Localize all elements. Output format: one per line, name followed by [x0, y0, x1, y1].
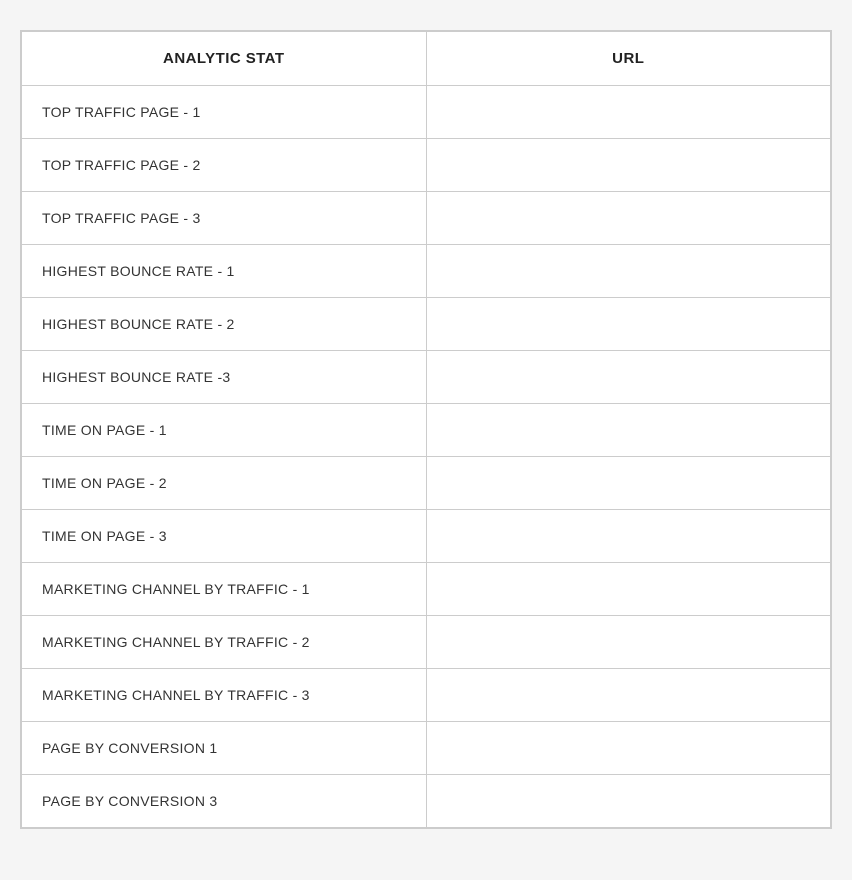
- col-header-analytic-stat: ANALYTIC STAT: [22, 32, 427, 86]
- cell-analytic-stat: HIGHEST BOUNCE RATE -3: [22, 351, 427, 404]
- table-row: TIME ON PAGE - 2: [22, 457, 831, 510]
- cell-analytic-stat: MARKETING CHANNEL BY TRAFFIC - 2: [22, 616, 427, 669]
- table-row: HIGHEST BOUNCE RATE - 2: [22, 298, 831, 351]
- table-row: TOP TRAFFIC PAGE - 1: [22, 86, 831, 139]
- cell-analytic-stat: TOP TRAFFIC PAGE - 1: [22, 86, 427, 139]
- cell-analytic-stat: MARKETING CHANNEL BY TRAFFIC - 1: [22, 563, 427, 616]
- cell-analytic-stat: PAGE BY CONVERSION 1: [22, 722, 427, 775]
- table-row: MARKETING CHANNEL BY TRAFFIC - 3: [22, 669, 831, 722]
- table-row: MARKETING CHANNEL BY TRAFFIC - 2: [22, 616, 831, 669]
- cell-url: [426, 510, 831, 563]
- cell-url: [426, 245, 831, 298]
- analytics-table: ANALYTIC STAT URL TOP TRAFFIC PAGE - 1TO…: [21, 31, 831, 828]
- table-row: PAGE BY CONVERSION 1: [22, 722, 831, 775]
- cell-url: [426, 404, 831, 457]
- table-row: PAGE BY CONVERSION 3: [22, 775, 831, 828]
- cell-url: [426, 722, 831, 775]
- table-row: HIGHEST BOUNCE RATE -3: [22, 351, 831, 404]
- cell-analytic-stat: MARKETING CHANNEL BY TRAFFIC - 3: [22, 669, 427, 722]
- cell-url: [426, 616, 831, 669]
- table-row: TIME ON PAGE - 1: [22, 404, 831, 457]
- analytics-table-container: ANALYTIC STAT URL TOP TRAFFIC PAGE - 1TO…: [20, 30, 832, 829]
- cell-analytic-stat: TIME ON PAGE - 1: [22, 404, 427, 457]
- cell-analytic-stat: HIGHEST BOUNCE RATE - 1: [22, 245, 427, 298]
- cell-analytic-stat: PAGE BY CONVERSION 3: [22, 775, 427, 828]
- cell-url: [426, 86, 831, 139]
- col-header-url: URL: [426, 32, 831, 86]
- cell-url: [426, 775, 831, 828]
- cell-url: [426, 457, 831, 510]
- cell-url: [426, 351, 831, 404]
- cell-url: [426, 298, 831, 351]
- table-header-row: ANALYTIC STAT URL: [22, 32, 831, 86]
- cell-url: [426, 139, 831, 192]
- cell-url: [426, 192, 831, 245]
- cell-analytic-stat: TIME ON PAGE - 3: [22, 510, 427, 563]
- cell-url: [426, 669, 831, 722]
- table-row: TOP TRAFFIC PAGE - 3: [22, 192, 831, 245]
- cell-url: [426, 563, 831, 616]
- cell-analytic-stat: TOP TRAFFIC PAGE - 2: [22, 139, 427, 192]
- table-row: HIGHEST BOUNCE RATE - 1: [22, 245, 831, 298]
- table-row: TIME ON PAGE - 3: [22, 510, 831, 563]
- cell-analytic-stat: HIGHEST BOUNCE RATE - 2: [22, 298, 427, 351]
- cell-analytic-stat: TIME ON PAGE - 2: [22, 457, 427, 510]
- table-row: MARKETING CHANNEL BY TRAFFIC - 1: [22, 563, 831, 616]
- table-row: TOP TRAFFIC PAGE - 2: [22, 139, 831, 192]
- cell-analytic-stat: TOP TRAFFIC PAGE - 3: [22, 192, 427, 245]
